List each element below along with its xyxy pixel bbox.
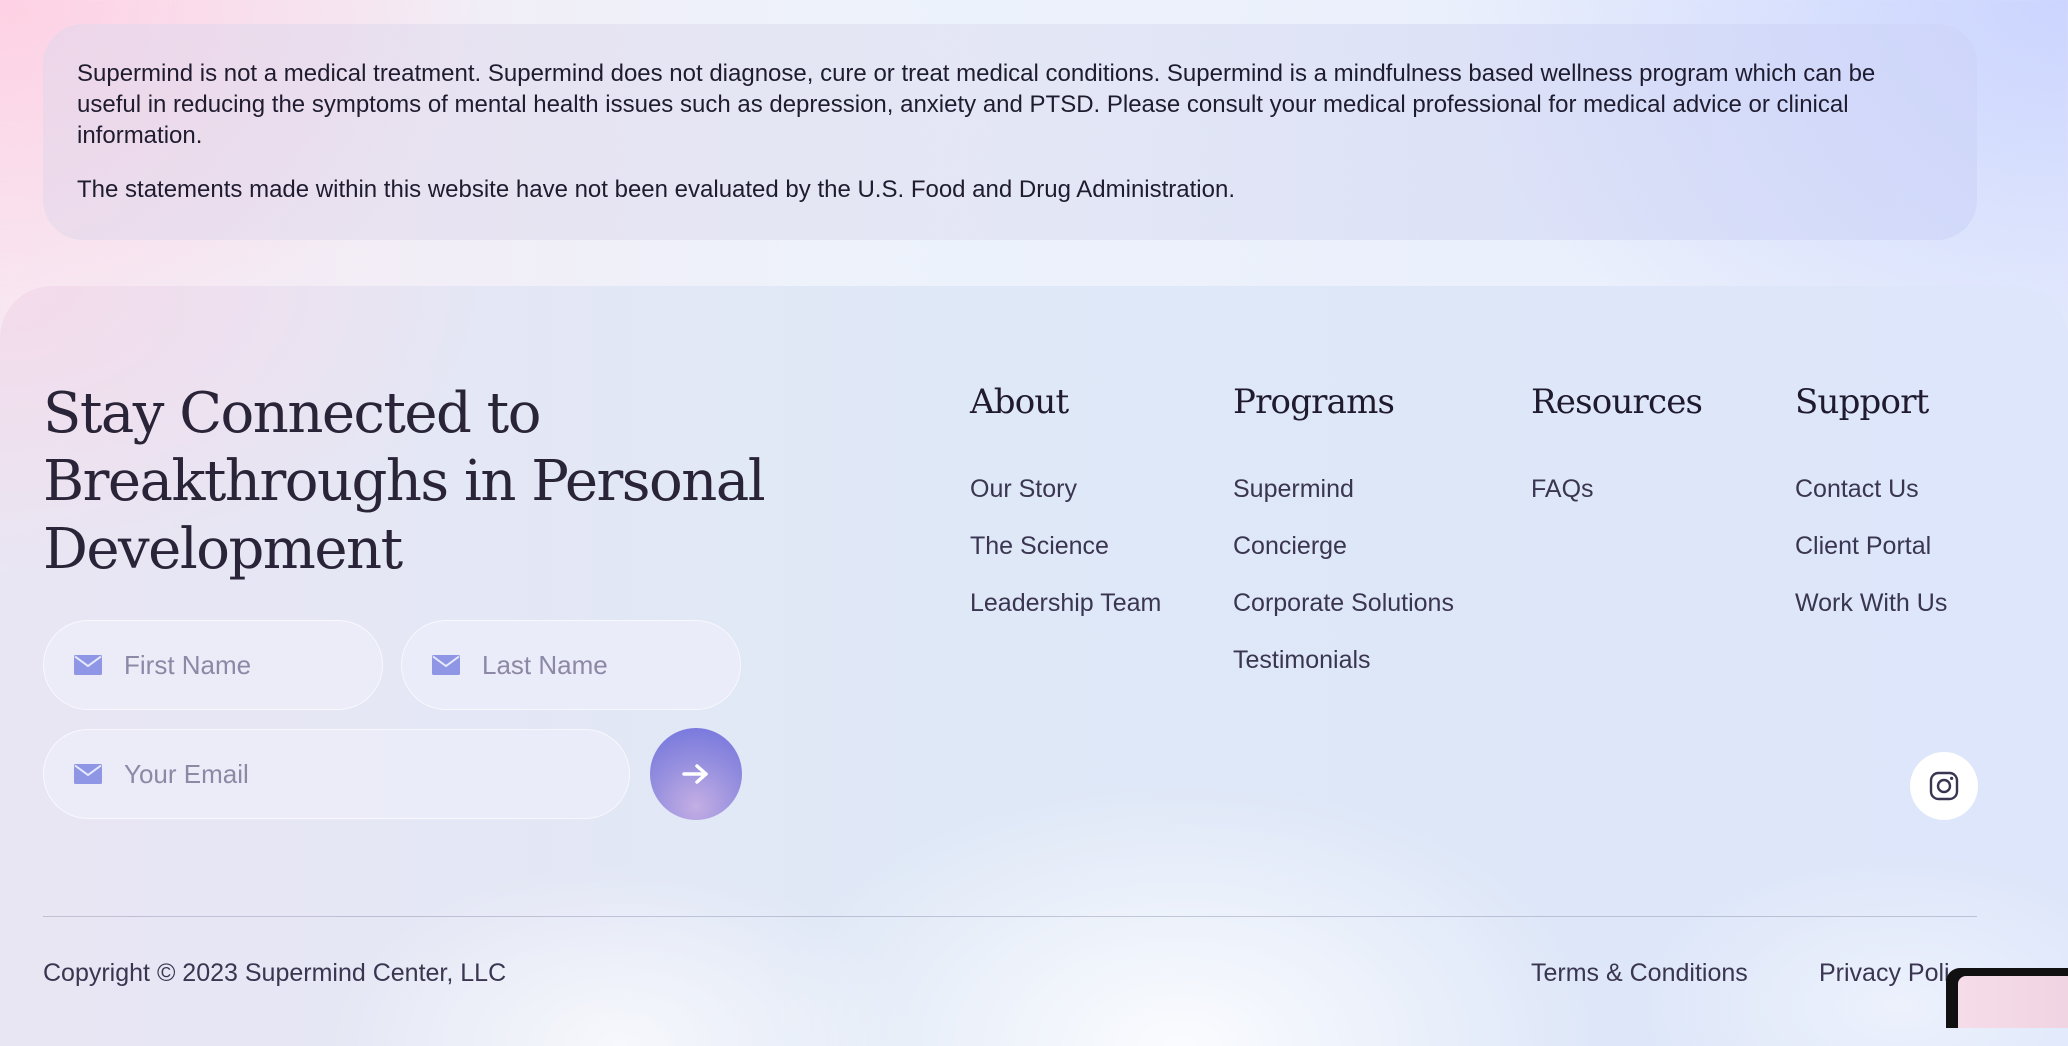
column-title-support: Support [1795, 382, 1929, 422]
link-testimonials[interactable]: Testimonials [1233, 645, 1454, 675]
newsletter-headline: Stay Connected to Breakthroughs in Perso… [43, 381, 766, 582]
footer-column-support: Support Contact Us Client Portal Work Wi… [1795, 380, 1947, 645]
mail-icon [74, 764, 102, 784]
link-leadership-team[interactable]: Leadership Team [970, 588, 1161, 618]
link-supermind[interactable]: Supermind [1233, 474, 1454, 504]
mail-icon [74, 655, 102, 675]
link-the-science[interactable]: The Science [970, 531, 1161, 561]
email-field[interactable] [43, 729, 630, 819]
copyright-text: Copyright © 2023 Supermind Center, LLC [43, 959, 507, 987]
link-concierge[interactable]: Concierge [1233, 531, 1454, 561]
link-faqs[interactable]: FAQs [1531, 474, 1702, 504]
instagram-icon [1929, 771, 1959, 801]
chat-widget-panel [1958, 976, 2068, 1028]
link-corporate-solutions[interactable]: Corporate Solutions [1233, 588, 1454, 618]
last-name-field[interactable] [401, 620, 741, 710]
first-name-input[interactable] [122, 648, 382, 682]
link-our-story[interactable]: Our Story [970, 474, 1161, 504]
footer-column-about: About Our Story The Science Leadership T… [970, 380, 1161, 645]
footer-divider [43, 916, 1977, 917]
column-title-about: About [970, 382, 1069, 422]
column-title-programs: Programs [1233, 382, 1395, 422]
footer-column-resources: Resources FAQs [1531, 380, 1703, 531]
fda-statement: The statements made within this website … [77, 176, 1235, 203]
link-contact-us[interactable]: Contact Us [1795, 474, 1947, 504]
chat-widget[interactable] [1946, 968, 2068, 1028]
disclaimer-text: Supermind is not a medical treatment. Su… [77, 60, 1876, 149]
column-title-resources: Resources [1531, 382, 1703, 422]
link-client-portal[interactable]: Client Portal [1795, 531, 1947, 561]
footer-column-programs: Programs Supermind Concierge Corporate S… [1233, 380, 1454, 702]
terms-link[interactable]: Terms & Conditions [1531, 958, 1748, 988]
email-input[interactable] [122, 757, 629, 791]
privacy-policy-link[interactable]: Privacy Poli [1819, 958, 1950, 988]
first-name-field[interactable] [43, 620, 383, 710]
last-name-input[interactable] [480, 648, 740, 682]
disclaimer-card: Supermind is not a medical treatment. Su… [43, 24, 1977, 240]
subscribe-button[interactable] [650, 728, 742, 820]
mail-icon [432, 655, 460, 675]
link-work-with-us[interactable]: Work With Us [1795, 588, 1947, 618]
arrow-right-icon [682, 764, 708, 784]
instagram-button[interactable] [1910, 752, 1978, 820]
